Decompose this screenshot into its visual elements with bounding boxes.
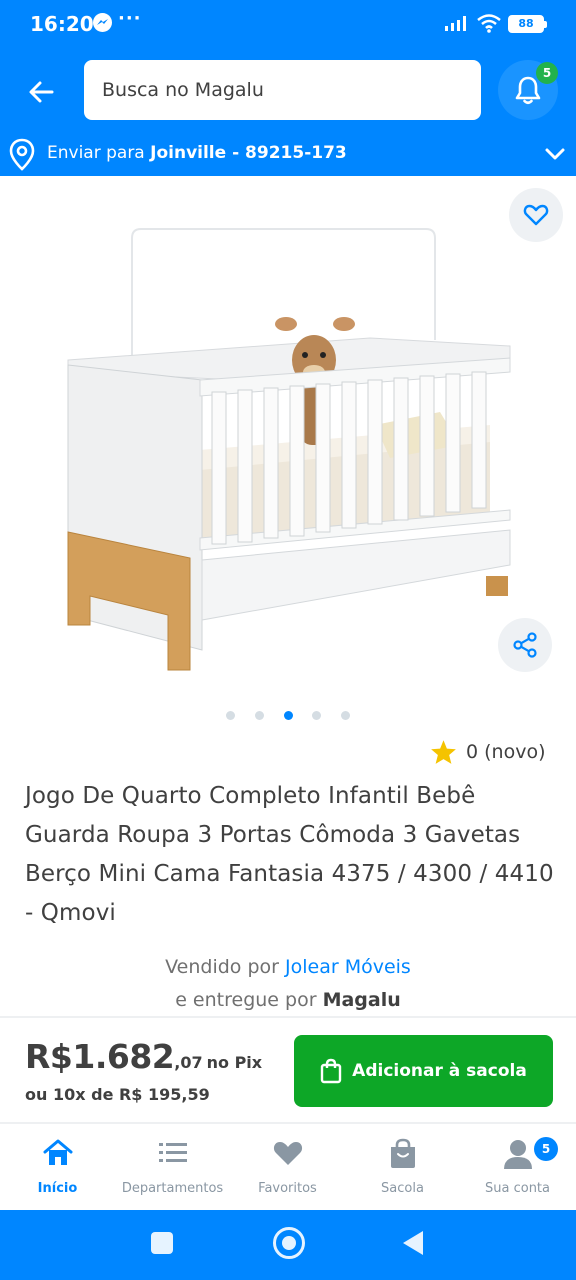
rating-text: 0 (novo) [466,741,546,763]
location-pin-icon [8,138,36,176]
nav-item-inicio[interactable]: Início [0,1124,115,1210]
carousel-dot[interactable] [312,710,322,720]
sold-by-prefix: Vendido por [165,956,279,978]
shipping-location: Joinville - 89215-173 [150,143,347,163]
carousel-dot[interactable] [254,710,264,720]
battery-icon: 88 [508,15,547,33]
nav-label: Sacola [381,1181,424,1196]
shopping-bag-icon [320,1058,342,1084]
home-icon [43,1139,73,1165]
wifi-icon [476,13,502,37]
star-icon [431,740,456,764]
add-to-bag-button[interactable]: Adicionar à sacola [294,1035,553,1107]
nav-item-sacola[interactable]: Sacola [345,1124,460,1210]
delivered-by: Magalu [322,989,401,1011]
seller-link[interactable]: Jolear Móveis [285,956,411,978]
installments-text: ou 10x de R$ 195,59 [25,1085,210,1104]
list-icon [159,1143,187,1162]
nav-label: Favoritos [258,1181,317,1196]
nav-label: Sua conta [485,1181,550,1196]
status-time: 16:20 [30,12,94,36]
bottom-navigation: Início Departamentos Favoritos Sacola Su… [0,1124,576,1210]
price-cents: ,07 [174,1053,203,1072]
recent-apps-button[interactable] [151,1232,173,1254]
more-notifications-icon: ··· [118,8,142,29]
carousel-dot[interactable] [226,710,235,720]
share-button[interactable] [498,618,552,672]
nav-item-sua-conta[interactable]: Sua conta [460,1124,575,1210]
product-rating[interactable]: 0 (novo) [430,738,546,766]
notification-badge: 5 [536,62,558,84]
bag-icon [391,1138,415,1168]
system-navigation-bar [0,1210,576,1280]
nav-item-departamentos[interactable]: Departamentos [115,1124,230,1210]
status-bar: 16:20 ··· 88 [0,0,576,48]
delivered-by-prefix: e entregue por [175,989,317,1011]
shipping-prefix: Enviar para [47,143,145,163]
price: R$1.682,07 no Pix [25,1037,262,1076]
arrow-left-icon [29,81,54,103]
account-badge: 5 [534,1137,558,1161]
add-to-bag-label: Adicionar à sacola [352,1061,527,1081]
nav-item-favoritos[interactable]: Favoritos [230,1124,345,1210]
search-box[interactable] [84,60,481,120]
divider [0,1016,576,1018]
app-header: 5 Enviar para Joinville - 89215-173 [0,48,576,176]
crib-illustration [67,228,511,671]
shipping-address-bar[interactable]: Enviar para Joinville - 89215-173 [0,134,576,176]
share-icon [513,632,537,658]
chevron-down-icon [544,144,566,168]
home-button[interactable] [273,1227,305,1259]
carousel-dot[interactable] [341,710,350,720]
carousel-dot-active[interactable] [283,710,293,720]
nav-label: Início [37,1181,78,1196]
seller-info: Vendido por Jolear Móveis e entregue por… [0,951,576,1017]
product-image[interactable] [40,220,540,690]
heart-icon [273,1142,303,1165]
messenger-icon [93,13,112,32]
shipping-text: Enviar para Joinville - 89215-173 [47,143,347,163]
search-input[interactable] [102,79,463,101]
carousel-indicator [226,708,350,722]
price-main: R$1.682 [25,1037,175,1076]
product-title: Jogo De Quarto Completo Infantil Bebê Gu… [25,783,554,926]
user-icon [504,1140,532,1169]
nav-label: Departamentos [121,1181,224,1196]
signal-icon [444,14,470,36]
back-button[interactable] [22,72,62,112]
system-back-button[interactable] [403,1231,423,1255]
price-pix-label: no Pix [206,1053,263,1072]
